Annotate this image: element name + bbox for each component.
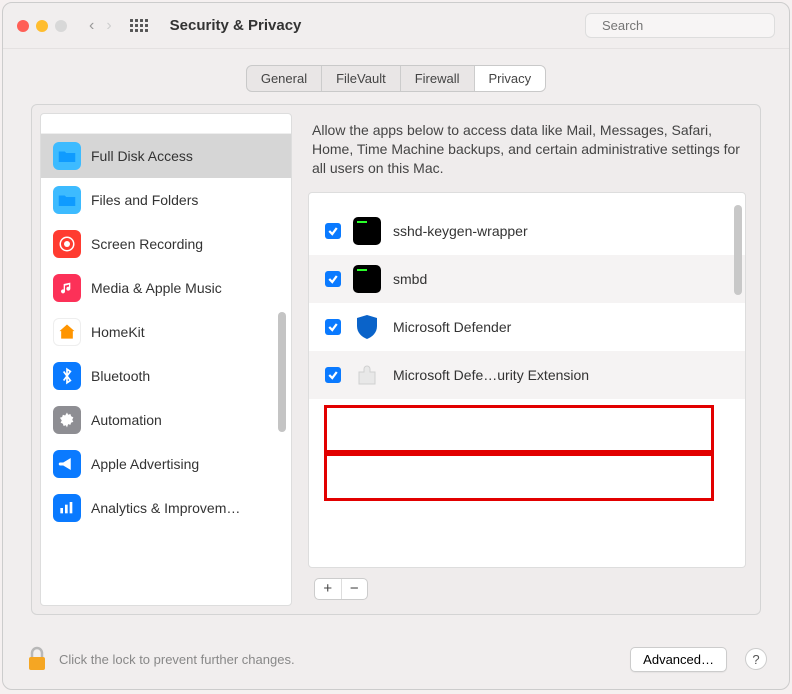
privacy-category-sidebar: Full Disk Access Files and Folders Scree… <box>40 113 292 606</box>
app-checkbox[interactable] <box>325 223 341 239</box>
toolbar: ‹ › Security & Privacy <box>3 3 789 49</box>
home-icon <box>53 318 81 346</box>
sidebar-item-label: Automation <box>91 412 162 428</box>
app-checkbox[interactable] <box>325 319 341 335</box>
add-button[interactable]: + <box>315 579 342 599</box>
terminal-icon <box>353 265 381 293</box>
shield-icon <box>353 313 381 341</box>
sidebar-item-label: Media & Apple Music <box>91 280 222 296</box>
sidebar-item-full-disk-access[interactable]: Full Disk Access <box>41 134 291 178</box>
highlight-annotation <box>324 453 714 501</box>
app-row[interactable]: Microsoft Defe…urity Extension <box>309 351 745 399</box>
megaphone-icon <box>53 450 81 478</box>
tab-general[interactable]: General <box>247 66 322 91</box>
window-controls <box>17 20 67 32</box>
close-window-button[interactable] <box>17 20 29 32</box>
nav-arrows: ‹ › <box>89 17 112 35</box>
app-row[interactable]: smbd <box>309 255 745 303</box>
content-pane: Allow the apps below to access data like… <box>300 113 752 606</box>
sidebar-item-label: Analytics & Improvem… <box>91 500 240 516</box>
sidebar-item-bluetooth[interactable]: Bluetooth <box>41 354 291 398</box>
app-checkbox[interactable] <box>325 271 341 287</box>
tab-group: General FileVault Firewall Privacy <box>246 65 546 92</box>
terminal-icon <box>353 217 381 245</box>
sidebar-item-homekit[interactable]: HomeKit <box>41 310 291 354</box>
preferences-window: ‹ › Security & Privacy General FileVault… <box>2 2 790 690</box>
app-label: Microsoft Defender <box>393 319 511 335</box>
app-label: smbd <box>393 271 427 287</box>
app-list-scrollbar[interactable] <box>734 205 742 295</box>
search-field[interactable] <box>585 13 775 38</box>
bluetooth-icon <box>53 362 81 390</box>
gear-icon <box>53 406 81 434</box>
forward-button[interactable]: › <box>106 17 111 35</box>
advanced-button[interactable]: Advanced… <box>630 647 727 672</box>
sidebar-item-label: Files and Folders <box>91 192 198 208</box>
remove-button[interactable]: − <box>342 579 368 599</box>
tab-firewall[interactable]: Firewall <box>401 66 475 91</box>
record-icon <box>53 230 81 258</box>
app-row[interactable]: sshd-keygen-wrapper <box>309 207 745 255</box>
sidebar-list[interactable]: Full Disk Access Files and Folders Scree… <box>41 134 291 606</box>
sidebar-item-screen-recording[interactable]: Screen Recording <box>41 222 291 266</box>
tabs-row: General FileVault Firewall Privacy <box>3 49 789 104</box>
app-label: sshd-keygen-wrapper <box>393 223 528 239</box>
sidebar-item-label: Full Disk Access <box>91 148 193 164</box>
folder-icon <box>53 142 81 170</box>
sidebar-item-analytics[interactable]: Analytics & Improvem… <box>41 486 291 530</box>
sidebar-item-label: HomeKit <box>91 324 145 340</box>
sidebar-item-files-and-folders[interactable]: Files and Folders <box>41 178 291 222</box>
chart-icon <box>53 494 81 522</box>
add-remove-control: + − <box>314 578 368 600</box>
zoom-window-button <box>55 20 67 32</box>
sidebar-item-label: Bluetooth <box>91 368 150 384</box>
sidebar-item-label: Screen Recording <box>91 236 203 252</box>
app-label: Microsoft Defe…urity Extension <box>393 367 589 383</box>
help-button[interactable]: ? <box>745 648 767 670</box>
sidebar-item-media-apple-music[interactable]: Media & Apple Music <box>41 266 291 310</box>
show-all-prefs-button[interactable] <box>130 19 148 32</box>
privacy-panel: Full Disk Access Files and Folders Scree… <box>31 104 761 615</box>
lock-hint-text: Click the lock to prevent further change… <box>59 652 620 667</box>
tab-privacy[interactable]: Privacy <box>475 66 546 91</box>
sidebar-item-label: Apple Advertising <box>91 456 199 472</box>
footer: Click the lock to prevent further change… <box>3 633 789 689</box>
highlight-annotation <box>324 405 714 453</box>
sidebar-item-apple-advertising[interactable]: Apple Advertising <box>41 442 291 486</box>
search-input[interactable] <box>602 18 778 33</box>
category-description: Allow the apps below to access data like… <box>308 119 746 192</box>
extension-icon <box>353 361 381 389</box>
app-list: sshd-keygen-wrapper smbd Microsoft Defen… <box>308 192 746 568</box>
music-icon <box>53 274 81 302</box>
minimize-window-button[interactable] <box>36 20 48 32</box>
lock-icon[interactable] <box>25 645 49 673</box>
tab-filevault[interactable]: FileVault <box>322 66 401 91</box>
back-button[interactable]: ‹ <box>89 17 94 35</box>
folder-icon <box>53 186 81 214</box>
window-title: Security & Privacy <box>170 17 302 34</box>
sidebar-item-automation[interactable]: Automation <box>41 398 291 442</box>
app-checkbox[interactable] <box>325 367 341 383</box>
app-row[interactable]: Microsoft Defender <box>309 303 745 351</box>
